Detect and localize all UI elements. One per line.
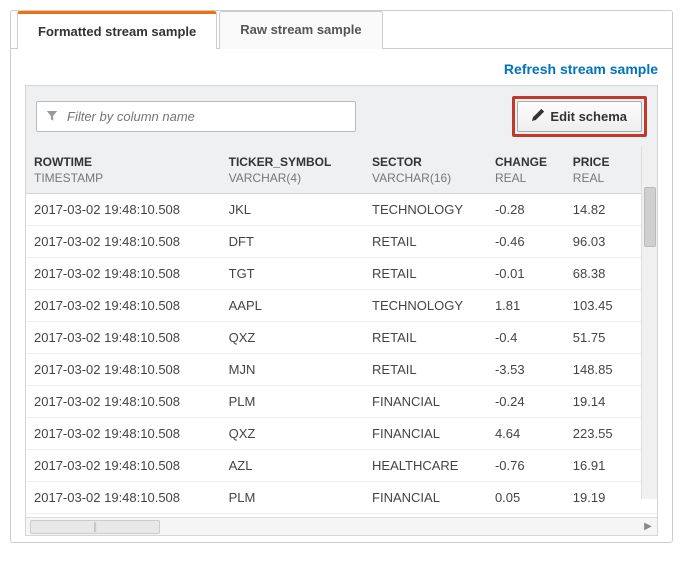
- cell-price: 19.14: [565, 386, 639, 418]
- cell-sector: FINANCIAL: [364, 482, 487, 514]
- cell-sector: RETAIL: [364, 322, 487, 354]
- table-row: 2017-03-02 19:48:10.508JKLTECHNOLOGY-0.2…: [26, 194, 657, 226]
- cell-price: 223.55: [565, 418, 639, 450]
- table-row: 2017-03-02 19:48:10.508QXZRETAIL-0.451.7…: [26, 322, 657, 354]
- filter-icon: [46, 109, 58, 124]
- cell-sector: FINANCIAL: [364, 386, 487, 418]
- cell-rowtime: 2017-03-02 19:48:10.508: [26, 258, 221, 290]
- topbar: Refresh stream sample: [25, 61, 658, 77]
- horizontal-scrollbar[interactable]: ▶: [26, 517, 657, 535]
- pencil-icon: [532, 109, 544, 124]
- tab-content: Refresh stream sample Edit schema: [11, 49, 672, 542]
- cell-price: 68.38: [565, 258, 639, 290]
- cell-ticker: JKL: [221, 194, 364, 226]
- col-name: SECTOR: [372, 155, 479, 169]
- cell-price: 16.91: [565, 450, 639, 482]
- table-viewport: ROWTIME TIMESTAMP TICKER_SYMBOL VARCHAR(…: [25, 147, 658, 536]
- cell-ticker: DFT: [221, 226, 364, 258]
- table-row: 2017-03-02 19:48:10.508AZLHEALTHCARE-0.7…: [26, 450, 657, 482]
- table-row: 2017-03-02 19:48:10.508AAPLTECHNOLOGY1.8…: [26, 290, 657, 322]
- cell-change: -3.53: [487, 354, 565, 386]
- cell-sector: RETAIL: [364, 226, 487, 258]
- cell-ticker: TGT: [221, 258, 364, 290]
- col-type: TIMESTAMP: [34, 171, 213, 185]
- cell-change: 1.81: [487, 290, 565, 322]
- col-sector[interactable]: SECTOR VARCHAR(16): [364, 147, 487, 194]
- col-type: REAL: [495, 171, 557, 185]
- table-row: 2017-03-02 19:48:10.508TGTRETAIL-0.0168.…: [26, 258, 657, 290]
- cell-change: 4.64: [487, 418, 565, 450]
- cell-change: -0.01: [487, 258, 565, 290]
- cell-rowtime: 2017-03-02 19:48:10.508: [26, 290, 221, 322]
- cell-rowtime: 2017-03-02 19:48:10.508: [26, 450, 221, 482]
- filter-input[interactable]: [36, 101, 356, 132]
- col-name: ROWTIME: [34, 155, 213, 169]
- col-name: PRICE: [573, 155, 631, 169]
- edit-schema-highlight: Edit schema: [512, 96, 647, 137]
- cell-change: -0.4: [487, 322, 565, 354]
- cell-price: 14.82: [565, 194, 639, 226]
- cell-rowtime: 2017-03-02 19:48:10.508: [26, 322, 221, 354]
- cell-price: 103.45: [565, 290, 639, 322]
- edit-schema-button[interactable]: Edit schema: [517, 101, 642, 132]
- col-price[interactable]: PRICE REAL: [565, 147, 639, 194]
- tab-formatted[interactable]: Formatted stream sample: [17, 11, 217, 49]
- table-row: 2017-03-02 19:48:10.508QXZFINANCIAL4.642…: [26, 418, 657, 450]
- cell-ticker: PLM: [221, 386, 364, 418]
- cell-ticker: MJN: [221, 354, 364, 386]
- cell-rowtime: 2017-03-02 19:48:10.508: [26, 226, 221, 258]
- cell-price: 51.75: [565, 322, 639, 354]
- table-row: 2017-03-02 19:48:10.508PLMFINANCIAL0.051…: [26, 482, 657, 514]
- cell-price: 148.85: [565, 354, 639, 386]
- cell-ticker: PLM: [221, 482, 364, 514]
- horizontal-scrollbar-thumb[interactable]: [30, 520, 160, 534]
- cell-price: 19.19: [565, 482, 639, 514]
- stream-sample-panel: Formatted stream sample Raw stream sampl…: [10, 10, 673, 543]
- data-table: ROWTIME TIMESTAMP TICKER_SYMBOL VARCHAR(…: [26, 147, 657, 517]
- cell-ticker: QXZ: [221, 322, 364, 354]
- table-row: 2017-03-02 19:48:10.508DFTRETAIL-0.4696.…: [26, 226, 657, 258]
- cell-rowtime: 2017-03-02 19:48:10.508: [26, 386, 221, 418]
- vertical-scrollbar-thumb[interactable]: [644, 187, 656, 247]
- cell-rowtime: 2017-03-02 19:48:10.508: [26, 482, 221, 514]
- tabs: Formatted stream sample Raw stream sampl…: [11, 11, 672, 49]
- cell-ticker: QXZ: [221, 418, 364, 450]
- scrollbar-right-arrow[interactable]: ▶: [641, 519, 655, 535]
- col-type: REAL: [573, 171, 631, 185]
- table-row: 2017-03-02 19:48:10.508MJNRETAIL-3.53148…: [26, 354, 657, 386]
- cell-sector: RETAIL: [364, 354, 487, 386]
- cell-change: -0.24: [487, 386, 565, 418]
- cell-sector: FINANCIAL: [364, 418, 487, 450]
- cell-rowtime: 2017-03-02 19:48:10.508: [26, 354, 221, 386]
- col-change[interactable]: CHANGE REAL: [487, 147, 565, 194]
- cell-sector: HEALTHCARE: [364, 450, 487, 482]
- table-row: 2017-03-02 19:48:10.508PLMFINANCIAL-0.24…: [26, 386, 657, 418]
- refresh-link[interactable]: Refresh stream sample: [504, 61, 658, 77]
- cell-rowtime: 2017-03-02 19:48:10.508: [26, 194, 221, 226]
- cell-rowtime: 2017-03-02 19:48:10.508: [26, 418, 221, 450]
- cell-change: -0.28: [487, 194, 565, 226]
- col-type: VARCHAR(16): [372, 171, 479, 185]
- toolbar: Edit schema: [25, 85, 658, 147]
- cell-change: -0.46: [487, 226, 565, 258]
- cell-sector: RETAIL: [364, 258, 487, 290]
- cell-change: -0.76: [487, 450, 565, 482]
- vertical-scrollbar[interactable]: [641, 147, 657, 499]
- col-type: VARCHAR(4): [229, 171, 356, 185]
- cell-price: 96.03: [565, 226, 639, 258]
- tab-raw[interactable]: Raw stream sample: [219, 11, 382, 49]
- cell-sector: TECHNOLOGY: [364, 194, 487, 226]
- col-name: TICKER_SYMBOL: [229, 155, 356, 169]
- header-row: ROWTIME TIMESTAMP TICKER_SYMBOL VARCHAR(…: [26, 147, 657, 194]
- col-name: CHANGE: [495, 155, 557, 169]
- cell-ticker: AZL: [221, 450, 364, 482]
- col-ticker[interactable]: TICKER_SYMBOL VARCHAR(4): [221, 147, 364, 194]
- table-scroll-area: ROWTIME TIMESTAMP TICKER_SYMBOL VARCHAR(…: [26, 147, 657, 517]
- col-rowtime[interactable]: ROWTIME TIMESTAMP: [26, 147, 221, 194]
- cell-sector: TECHNOLOGY: [364, 290, 487, 322]
- edit-schema-label: Edit schema: [550, 109, 627, 124]
- cell-ticker: AAPL: [221, 290, 364, 322]
- cell-change: 0.05: [487, 482, 565, 514]
- filter-wrap: [36, 101, 356, 132]
